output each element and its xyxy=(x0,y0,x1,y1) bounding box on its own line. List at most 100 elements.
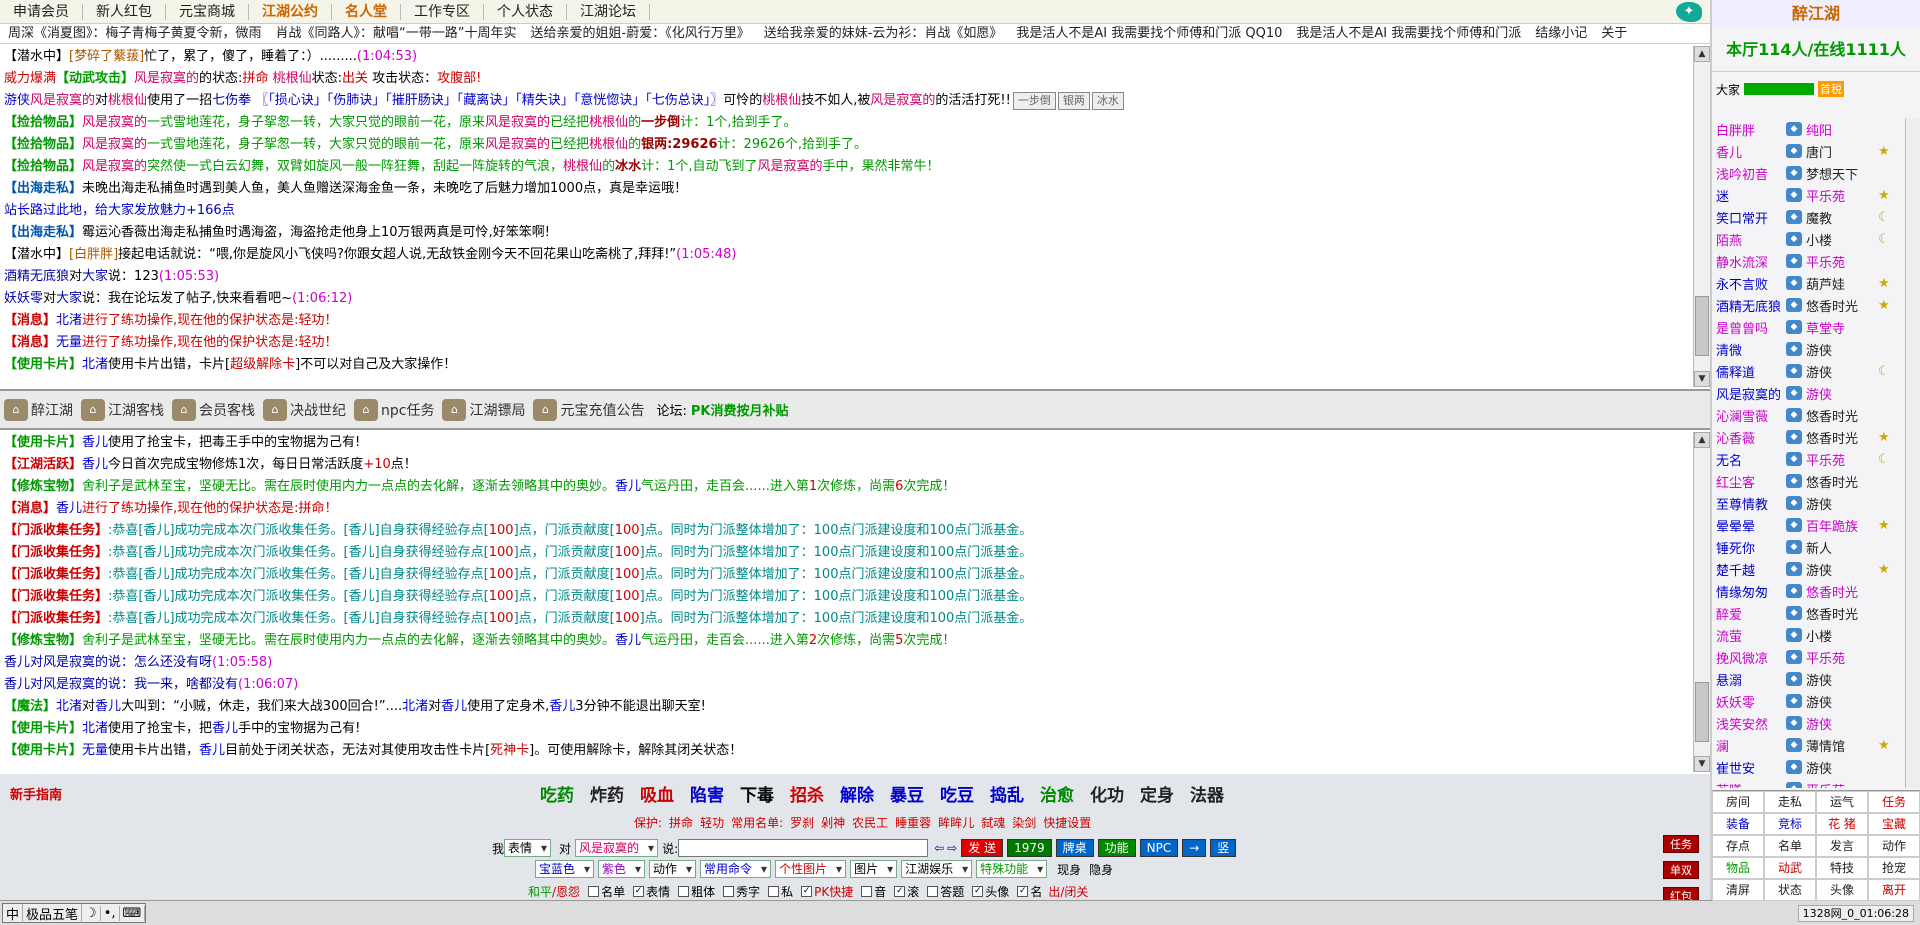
action-button[interactable]: 吃豆 xyxy=(940,781,974,806)
action-button[interactable]: 陷害 xyxy=(690,781,724,806)
user-name[interactable]: 浅笑安然 xyxy=(1712,714,1782,733)
scroll-down-arrow[interactable]: ▼ xyxy=(1694,371,1710,387)
function-button[interactable]: 状态 xyxy=(1764,879,1816,901)
action-button[interactable]: 解除 xyxy=(840,781,874,806)
checkbox[interactable]: ✓ xyxy=(801,886,813,897)
user-list-scrollbar[interactable] xyxy=(1905,118,1920,788)
function-button[interactable]: 离开 xyxy=(1868,879,1920,901)
action-button[interactable]: 治愈 xyxy=(1040,781,1074,806)
ime-item[interactable]: 极品五笔 xyxy=(23,903,83,923)
nav-item[interactable]: 江湖论坛 xyxy=(567,3,650,20)
ime-item[interactable]: •, xyxy=(101,905,120,921)
side-button[interactable]: 单双 xyxy=(1663,861,1699,879)
user-name[interactable]: 悬溺 xyxy=(1712,670,1782,689)
user-row[interactable]: 无名 ◆ 平乐苑 ☾ xyxy=(1712,448,1905,470)
protect-option[interactable]: 轻功 xyxy=(700,816,724,830)
input-tool-button[interactable]: → xyxy=(1182,839,1207,857)
img-select[interactable]: 图片 xyxy=(850,860,898,878)
user-name[interactable]: 无名 xyxy=(1712,450,1782,469)
send-button[interactable]: 发 送 xyxy=(961,839,1004,857)
nav-item[interactable]: 江湖公约 xyxy=(249,3,332,20)
user-row[interactable]: 挽风微凉 ◆ 平乐苑 xyxy=(1712,646,1905,668)
action-select[interactable]: 动作 xyxy=(649,860,697,878)
user-name[interactable]: 白胖胖 xyxy=(1712,120,1782,139)
user-name[interactable]: 若曦 xyxy=(1712,780,1782,789)
user-row[interactable]: 永不言败 ◆ 葫芦娃 ★ xyxy=(1712,272,1905,294)
function-button[interactable]: 存点 xyxy=(1712,835,1764,857)
scroll-up-arrow[interactable]: ▲ xyxy=(1694,432,1710,448)
room-tab[interactable]: ⌂ npc任务 xyxy=(354,398,434,421)
user-row[interactable]: 白胖胖 ◆ 纯阳 xyxy=(1712,118,1905,140)
scroll-thumb[interactable] xyxy=(1695,296,1709,356)
scroll-up-arrow[interactable]: ▲ xyxy=(1694,46,1710,62)
arrow-right-icon[interactable]: ⇨ xyxy=(947,841,957,855)
ime-item[interactable]: ☽ xyxy=(82,905,101,921)
function-button[interactable]: 走私 xyxy=(1764,791,1816,813)
user-row[interactable]: 流萤 ◆ 小楼 xyxy=(1712,624,1905,646)
ime-item[interactable]: ⌨ xyxy=(120,905,146,921)
marquee-item[interactable]: 结缘小记 xyxy=(1535,26,1587,41)
room-tab[interactable]: ⌂ 会员客栈 xyxy=(172,398,255,421)
function-button[interactable]: 任务 xyxy=(1868,791,1920,813)
action-button[interactable]: 定身 xyxy=(1140,781,1174,806)
public-chat-scrollbar[interactable]: ▲ ▼ xyxy=(1693,46,1710,387)
color1-select[interactable]: 宝蓝色 xyxy=(535,860,595,878)
user-name[interactable]: 静水流深 xyxy=(1712,252,1782,271)
action-button[interactable]: 炸药 xyxy=(590,781,624,806)
action-button[interactable]: 吸血 xyxy=(640,781,674,806)
user-name[interactable]: 浅吟初音 xyxy=(1712,164,1782,183)
action-button[interactable]: 法器 xyxy=(1190,781,1224,806)
room-button[interactable]: 首税 xyxy=(1818,81,1845,97)
name-shortcut[interactable]: 染剑 xyxy=(1012,816,1036,830)
cmd-select[interactable]: 常用命令 xyxy=(700,860,772,878)
function-button[interactable]: 房间 xyxy=(1712,791,1764,813)
name-shortcut[interactable]: 罗刹 xyxy=(790,816,814,830)
action-button[interactable]: 招杀 xyxy=(790,781,824,806)
user-row[interactable]: 至尊情教 ◆ 游侠 xyxy=(1712,492,1905,514)
user-row[interactable]: 酒精无底狼 ◆ 悠香时光 ★ xyxy=(1712,294,1905,316)
marquee-item[interactable]: 送给我亲爱的妹妹-云为衫：肖战《如愿》 xyxy=(764,26,1003,41)
input-tool-button[interactable]: 竖 xyxy=(1210,839,1237,857)
user-row[interactable]: 浅吟初音 ◆ 梦想天下 xyxy=(1712,162,1905,184)
user-name[interactable]: 儒释道 xyxy=(1712,362,1782,381)
nav-item[interactable]: 个人状态 xyxy=(484,3,567,20)
function-button[interactable]: 竞标 xyxy=(1764,813,1816,835)
function-button[interactable]: 动作 xyxy=(1868,835,1920,857)
spec-select[interactable]: 特殊功能 xyxy=(976,860,1048,878)
action-button[interactable]: 吃药 xyxy=(540,781,574,806)
user-row[interactable]: 静水流深 ◆ 平乐苑 xyxy=(1712,250,1905,272)
user-row[interactable]: 是曾曾吗 ◆ 草堂寺 xyxy=(1712,316,1905,338)
marquee-item[interactable]: 关于 xyxy=(1601,26,1627,41)
ent-select[interactable]: 江湖娱乐 xyxy=(901,860,973,878)
hide-option[interactable]: 隐身 xyxy=(1089,861,1113,878)
name-shortcut[interactable]: 快捷设置 xyxy=(1043,816,1091,830)
nav-item[interactable]: 工作专区 xyxy=(401,3,484,20)
user-name[interactable]: 至尊情教 xyxy=(1712,494,1782,513)
user-row[interactable]: 沁澜雪薇 ◆ 悠香时光 xyxy=(1712,404,1905,426)
marquee-item[interactable]: 我是活人不是AI 我需要找个师傅和门派 xyxy=(1296,26,1521,41)
checkbox[interactable] xyxy=(678,886,690,897)
user-name[interactable]: 锤死你 xyxy=(1712,538,1782,557)
target-select[interactable]: 风是寂寞的 xyxy=(575,839,659,857)
user-row[interactable]: 浅笑安然 ◆ 游侠 xyxy=(1712,712,1905,734)
function-button[interactable]: 运气 xyxy=(1816,791,1868,813)
forum-link[interactable]: PK消费按月补贴 xyxy=(691,400,789,419)
scroll-thumb[interactable] xyxy=(1695,682,1709,742)
close-toggle[interactable]: 出/闭关 xyxy=(1048,883,1088,900)
user-name[interactable]: 是曾曾吗 xyxy=(1712,318,1782,337)
user-name[interactable]: 红尘客 xyxy=(1712,472,1782,491)
function-button[interactable]: 物品 xyxy=(1712,857,1764,879)
scroll-down-arrow[interactable]: ▼ xyxy=(1694,756,1710,772)
user-row[interactable]: 锤死你 ◆ 新人 xyxy=(1712,536,1905,558)
newbie-guide-link[interactable]: 新手指南 xyxy=(10,784,62,803)
function-button[interactable]: 装备 xyxy=(1712,813,1764,835)
user-row[interactable]: 妖妖零 ◆ 游侠 xyxy=(1712,690,1905,712)
user-row[interactable]: 香儿 ◆ 唐门 ★ xyxy=(1712,140,1905,162)
protect-option[interactable]: 拼命 xyxy=(669,816,693,830)
user-row[interactable]: 陌燕 ◆ 小楼 ☾ xyxy=(1712,228,1905,250)
room-tab[interactable]: ⌂ 江湖客栈 xyxy=(81,398,164,421)
user-row[interactable]: 迷 ◆ 平乐苑 ★ xyxy=(1712,184,1905,206)
user-name[interactable]: 陌燕 xyxy=(1712,230,1782,249)
nav-item[interactable]: 元宝商城 xyxy=(166,3,249,20)
function-button[interactable]: 名单 xyxy=(1764,835,1816,857)
